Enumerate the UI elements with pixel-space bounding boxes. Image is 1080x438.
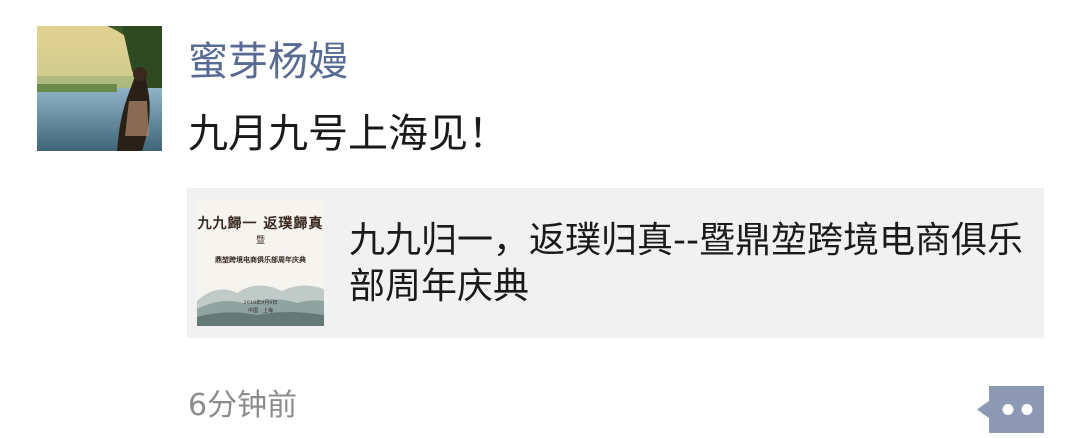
link-title: 九九归一，返璞归真--暨鼎堃跨境电商俱乐部周年庆典	[349, 220, 1023, 307]
thumbnail-location: 中国 · 上海	[248, 308, 273, 314]
thumbnail-date: 2018年9月9日	[243, 300, 278, 306]
link-thumbnail: 九九歸一 返璞歸真 暨 鼎堃跨境电商俱乐部周年庆典 2018年9月9日 中国 ·…	[197, 199, 324, 326]
link-card[interactable]: 九九歸一 返璞歸真 暨 鼎堃跨境电商俱乐部周年庆典 2018年9月9日 中国 ·…	[187, 188, 1044, 338]
thumbnail-headline: 九九歸一 返璞歸真	[197, 216, 324, 232]
more-button[interactable]	[977, 386, 1044, 433]
timestamp: 6分钟前	[188, 388, 298, 423]
more-dots-icon	[977, 386, 1044, 433]
thumbnail-sub: 暨	[255, 236, 265, 246]
post-text: 九月九号上海见！	[188, 111, 508, 157]
avatar[interactable]	[37, 26, 162, 151]
thumbnail-event: 鼎堃跨境电商俱乐部周年庆典	[215, 255, 306, 264]
username[interactable]: 蜜芽杨嫚	[188, 36, 348, 88]
